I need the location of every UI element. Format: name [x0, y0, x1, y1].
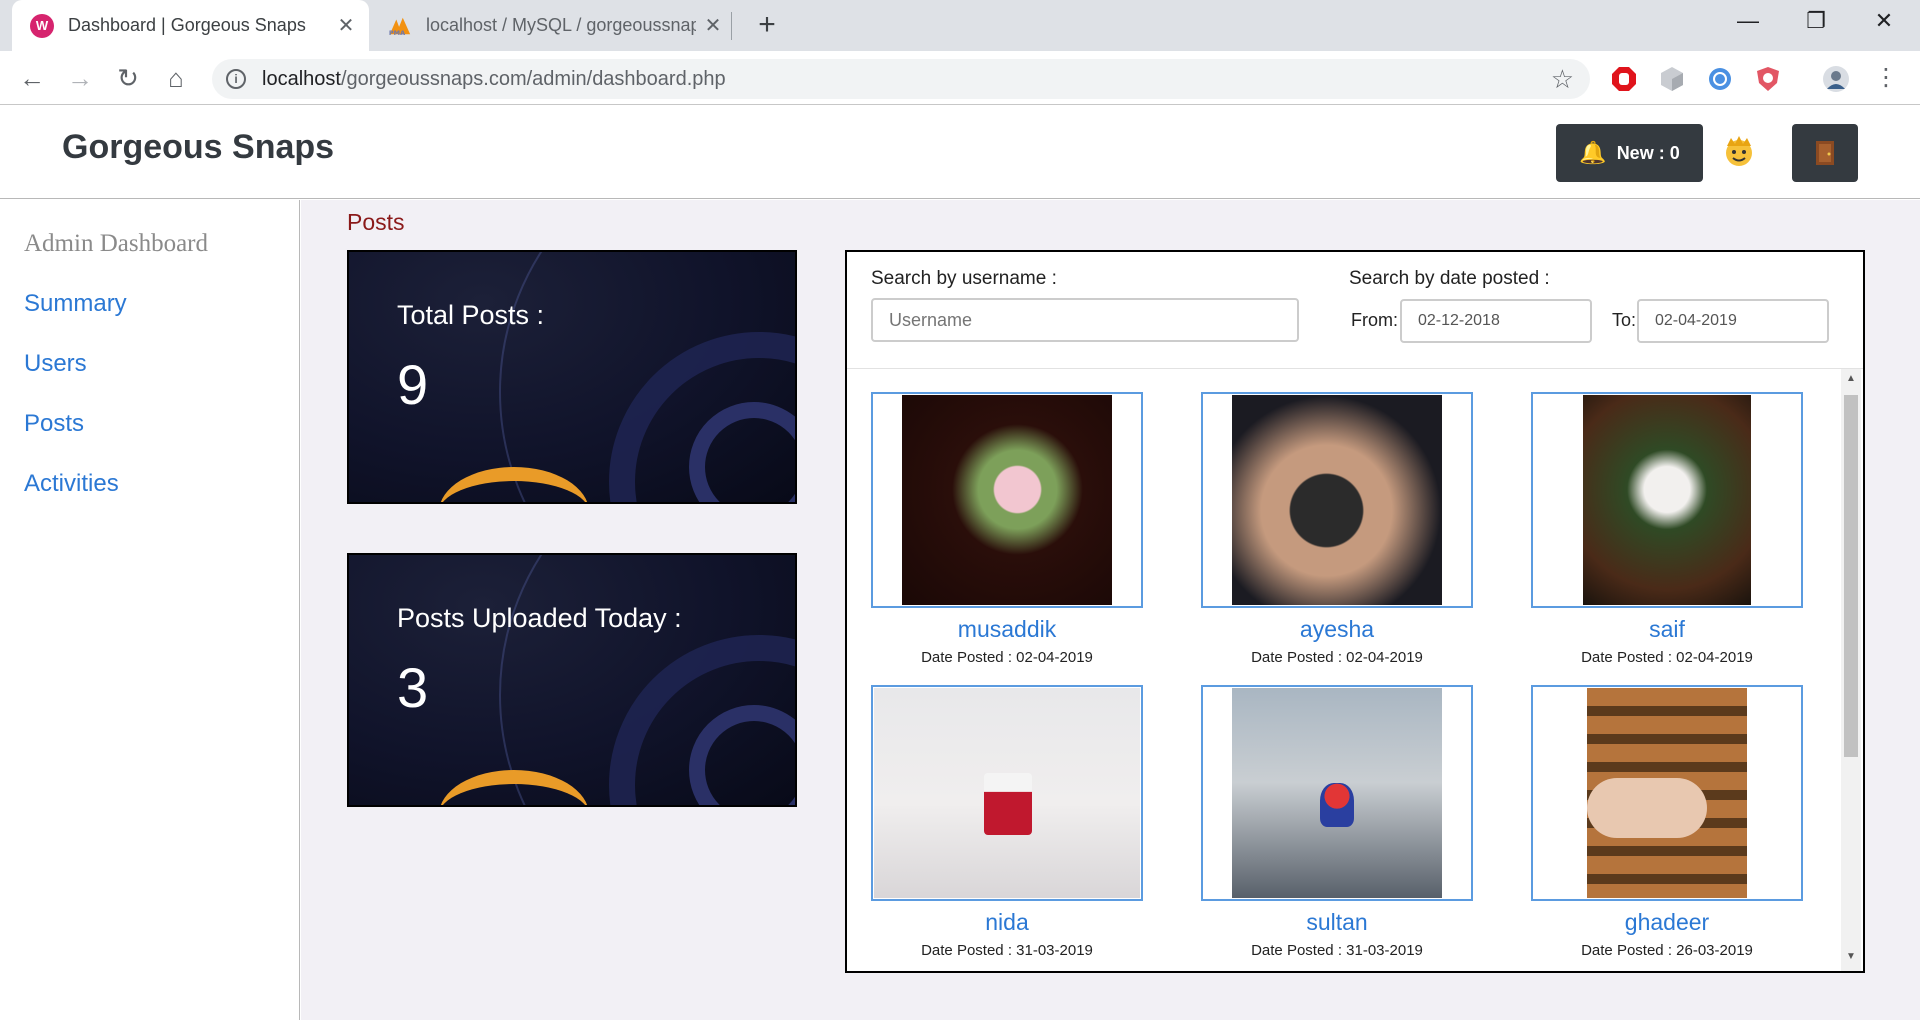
close-window-button[interactable]: ✕ [1850, 0, 1918, 44]
sidebar-item-summary[interactable]: Summary [24, 290, 127, 318]
post-date: Date Posted : 26-03-2019 [1581, 942, 1753, 959]
post-username[interactable]: sultan [1201, 909, 1473, 936]
adblock-extension-icon[interactable] [1610, 65, 1638, 93]
post-thumbnail[interactable] [1201, 392, 1473, 608]
post-date: Date Posted : 31-03-2019 [1251, 942, 1423, 959]
sidebar-item-activities[interactable]: Activities [24, 470, 119, 498]
close-tab-icon[interactable]: ✕ [329, 13, 363, 38]
post-card[interactable]: sultan Date Posted : 31-03-2019 [1201, 685, 1473, 959]
tab-phpmyadmin[interactable]: PMA localhost / MySQL / gorgeoussnaps ✕ [378, 0, 730, 51]
post-thumbnail[interactable] [1531, 685, 1803, 901]
cube-extension-icon[interactable] [1658, 65, 1686, 93]
post-username[interactable]: nida [871, 909, 1143, 936]
username-search-label: Search by username : [871, 268, 1057, 289]
stat-value: 9 [397, 353, 429, 416]
admin-avatar-icon[interactable] [1722, 134, 1756, 168]
site-brand[interactable]: Gorgeous Snaps [62, 128, 334, 167]
home-button[interactable]: ⌂ [158, 61, 194, 97]
from-label: From: [1351, 310, 1398, 330]
tab-separator [731, 12, 732, 40]
section-title: Posts [347, 209, 405, 235]
browser-menu-icon[interactable]: ⋮ [1868, 61, 1904, 97]
stat-label: Posts Uploaded Today : [397, 603, 682, 633]
date-search-label: Search by date posted : [1349, 268, 1550, 289]
to-date-input[interactable] [1637, 299, 1829, 343]
forward-button[interactable]: → [62, 61, 98, 97]
admin-sidebar: Admin Dashboard Summary Users Posts Acti… [0, 200, 300, 1020]
url-host: localhost [262, 68, 341, 90]
bookmark-star-icon[interactable]: ☆ [1551, 64, 1574, 95]
sidebar-item-users[interactable]: Users [24, 350, 87, 378]
stat-value: 3 [397, 656, 429, 719]
svg-text:PMA: PMA [389, 29, 405, 37]
notifications-label: New : 0 [1616, 142, 1680, 163]
post-image [1583, 395, 1751, 605]
post-card[interactable]: nida Date Posted : 31-03-2019 [871, 685, 1143, 959]
new-tab-button[interactable]: + [748, 6, 786, 44]
posts-panel: Search by username : Search by date post… [845, 250, 1865, 973]
post-image [1587, 688, 1747, 898]
post-username[interactable]: saif [1531, 616, 1803, 643]
scroll-up-arrow-icon[interactable]: ▲ [1841, 373, 1861, 389]
url-text[interactable]: localhost/gorgeoussnaps.com/admin/dashbo… [262, 68, 726, 91]
notifications-button[interactable]: 🔔 New : 0 [1556, 124, 1703, 182]
posts-grid: musaddik Date Posted : 02-04-2019 ayesha… [847, 369, 1843, 971]
post-image [1232, 395, 1442, 605]
post-card[interactable]: saif Date Posted : 02-04-2019 [1531, 392, 1803, 666]
to-label: To: [1612, 310, 1637, 330]
back-button[interactable]: ← [14, 61, 50, 97]
logout-button[interactable] [1792, 124, 1858, 182]
post-username[interactable]: ayesha [1201, 616, 1473, 643]
site-info-icon[interactable]: i [226, 69, 246, 89]
posts-scrollbar[interactable]: ▲ ▼ [1841, 369, 1861, 971]
shield-extension-icon[interactable] [1754, 65, 1782, 93]
restore-button[interactable]: ❐ [1782, 0, 1850, 44]
post-date: Date Posted : 02-04-2019 [1581, 649, 1753, 666]
post-card[interactable]: musaddik Date Posted : 02-04-2019 [871, 392, 1143, 666]
post-thumbnail[interactable] [871, 685, 1143, 901]
site-header: Gorgeous Snaps 🔔 New : 0 [0, 106, 1920, 199]
post-image [902, 395, 1112, 605]
tab-title: Dashboard | Gorgeous Snaps [68, 15, 306, 35]
main-content: Posts Total Posts : 9 Posts Uploaded Tod… [301, 200, 1920, 1020]
username-search-input[interactable] [871, 298, 1299, 342]
browser-toolbar: ← → ↻ ⌂ i localhost/gorgeoussnaps.com/ad… [0, 51, 1920, 105]
post-username[interactable]: ghadeer [1531, 909, 1803, 936]
browser-tab-strip: W Dashboard | Gorgeous Snaps ✕ PMA local… [0, 0, 1920, 51]
post-card[interactable]: ghadeer Date Posted : 26-03-2019 [1531, 685, 1803, 959]
post-date: Date Posted : 02-04-2019 [1251, 649, 1423, 666]
tab-dashboard[interactable]: W Dashboard | Gorgeous Snaps ✕ [12, 0, 369, 51]
scroll-down-arrow-icon[interactable]: ▼ [1841, 951, 1861, 967]
post-thumbnail[interactable] [871, 392, 1143, 608]
post-username[interactable]: musaddik [871, 616, 1143, 643]
post-image [874, 688, 1140, 898]
wamp-icon: W [30, 13, 54, 38]
scrollbar-thumb[interactable] [1844, 395, 1858, 757]
from-date-input[interactable] [1400, 299, 1592, 343]
sidebar-item-posts[interactable]: Posts [24, 410, 84, 438]
minimize-button[interactable]: — [1714, 0, 1782, 44]
globe-extension-icon[interactable] [1706, 65, 1734, 93]
reload-button[interactable]: ↻ [110, 61, 146, 97]
post-date: Date Posted : 02-04-2019 [921, 649, 1093, 666]
posts-today-card: Posts Uploaded Today : 3 [347, 553, 797, 807]
close-tab-icon[interactable]: ✕ [696, 13, 730, 38]
post-thumbnail[interactable] [1531, 392, 1803, 608]
stat-label: Total Posts : [397, 300, 545, 330]
tab-title: localhost / MySQL / gorgeoussnaps [426, 15, 696, 35]
profile-avatar[interactable] [1822, 65, 1850, 93]
phpmyadmin-icon: PMA [388, 14, 412, 38]
post-date: Date Posted : 31-03-2019 [921, 942, 1093, 959]
url-path: /gorgeoussnaps.com/admin/dashboard.php [340, 68, 726, 90]
total-posts-card: Total Posts : 9 [347, 250, 797, 504]
door-icon [1816, 141, 1834, 165]
sidebar-title: Admin Dashboard [24, 230, 208, 257]
post-thumbnail[interactable] [1201, 685, 1473, 901]
bell-icon: 🔔 [1579, 140, 1607, 165]
post-card[interactable]: ayesha Date Posted : 02-04-2019 [1201, 392, 1473, 666]
post-image [1232, 688, 1442, 898]
address-bar[interactable]: i localhost/gorgeoussnaps.com/admin/dash… [212, 59, 1590, 99]
